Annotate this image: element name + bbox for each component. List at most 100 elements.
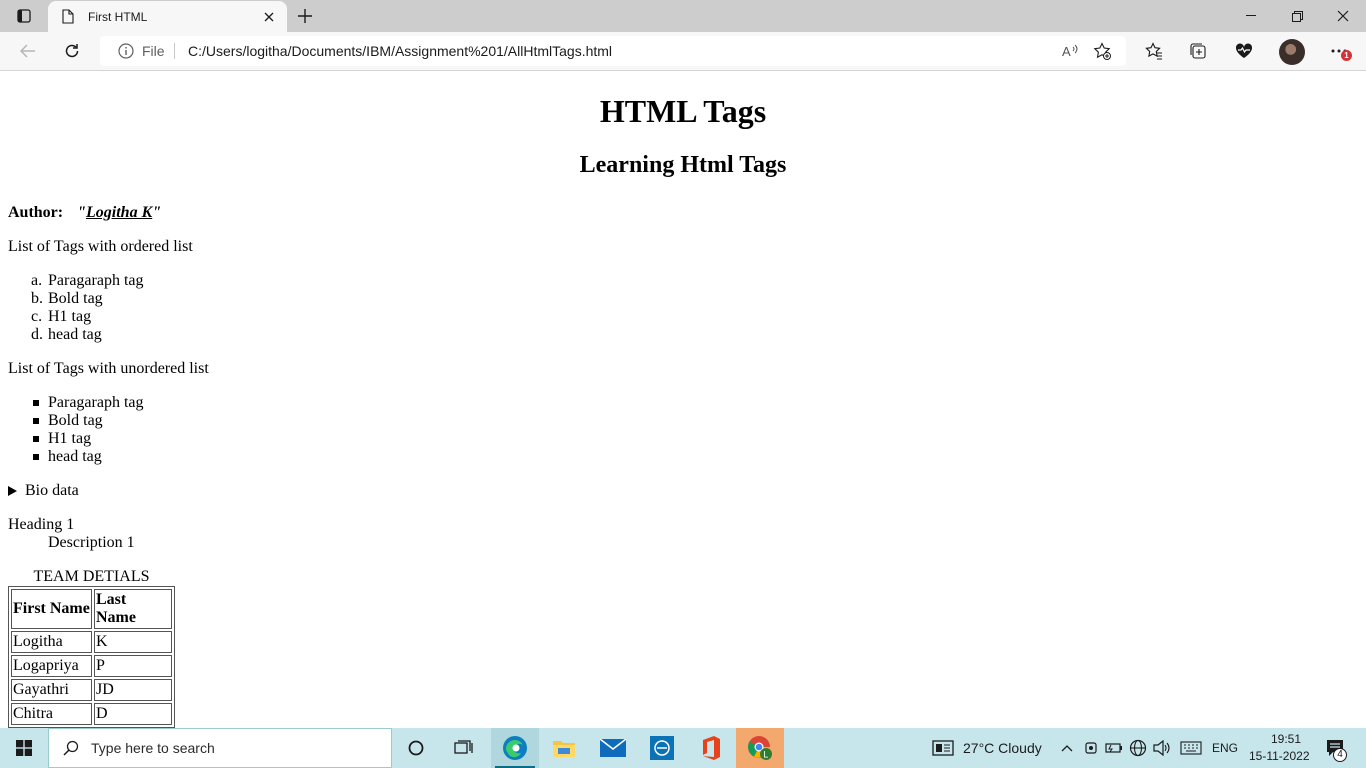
definition-description: Description 1 — [48, 534, 135, 551]
table-caption: TEAM DETIALS — [33, 568, 150, 585]
tab-title: First HTML — [88, 9, 148, 24]
table-cell: D — [94, 703, 172, 725]
weather-text[interactable]: 27°C Cloudy — [963, 740, 1042, 756]
office-icon[interactable] — [687, 728, 735, 768]
news-widget-icon[interactable] — [931, 739, 955, 757]
task-view-icon[interactable] — [440, 728, 488, 768]
cortana-icon[interactable] — [392, 728, 440, 768]
dell-app-icon[interactable] — [638, 728, 686, 768]
page-content: HTML Tags Learning Html Tags Author: "Lo… — [0, 71, 1366, 728]
list-item: H1 tag — [48, 308, 92, 325]
table-header-row: First Name Last Name — [11, 589, 172, 629]
windows-taskbar: Type here to search L 27°C Cloudy ENG 19… — [0, 728, 1366, 768]
table-cell: P — [94, 655, 172, 677]
list-marker: d. — [31, 326, 43, 343]
disclosure-triangle-icon — [8, 486, 17, 496]
notification-badge: 1 — [1341, 50, 1352, 61]
clock-time[interactable]: 19:51 — [1263, 732, 1309, 746]
column-header-first-name: First Name — [11, 589, 92, 629]
restore-icon[interactable] — [1274, 0, 1320, 32]
network-icon[interactable] — [1129, 739, 1147, 757]
edge-browser-icon[interactable] — [491, 728, 539, 768]
search-icon — [63, 740, 79, 756]
address-divider — [174, 43, 175, 59]
column-header-last-name: Last Name — [94, 589, 172, 629]
address-bar[interactable]: File C:/Users/logitha/Documents/IBM/Assi… — [100, 36, 1126, 66]
bullet-square-icon — [33, 418, 39, 424]
list-item: head tag — [48, 448, 102, 465]
svg-text:L: L — [763, 750, 768, 760]
author-quote-close: " — [152, 204, 162, 221]
browser-tab[interactable]: First HTML — [48, 1, 287, 32]
back-icon[interactable] — [13, 37, 43, 65]
bullet-square-icon — [33, 454, 39, 460]
notification-count: 4 — [1333, 748, 1347, 762]
list-marker: a. — [31, 272, 43, 289]
add-favorite-icon[interactable] — [1090, 40, 1114, 62]
language-indicator[interactable]: ENG — [1212, 741, 1238, 755]
page-heading-2: Learning Html Tags — [579, 152, 787, 178]
table-row: Logapriya P — [11, 655, 172, 677]
volume-icon[interactable] — [1153, 739, 1171, 757]
minimize-icon[interactable] — [1228, 0, 1274, 32]
table-row: Gayathri JD — [11, 679, 172, 701]
tab-actions-icon[interactable] — [10, 4, 38, 28]
taskbar-search-box[interactable]: Type here to search — [48, 728, 392, 768]
meet-now-icon[interactable] — [1082, 739, 1100, 757]
table-cell: K — [94, 631, 172, 653]
list-marker: c. — [31, 308, 43, 325]
page-heading-1: HTML Tags — [599, 93, 767, 129]
definition-term: Heading 1 — [8, 516, 75, 533]
info-icon[interactable] — [118, 43, 134, 59]
details-summary[interactable]: Bio data — [25, 482, 79, 500]
refresh-icon[interactable] — [57, 37, 87, 65]
unordered-list-intro: List of Tags with unordered list — [8, 360, 209, 377]
table-row: Chitra D — [11, 703, 172, 725]
collections-icon[interactable] — [1183, 37, 1213, 65]
clock-date[interactable]: 15-11-2022 — [1249, 749, 1310, 763]
chrome-icon[interactable]: L — [736, 728, 784, 768]
list-item: Paragaraph tag — [48, 272, 144, 289]
list-item: Bold tag — [48, 290, 103, 307]
table-cell: JD — [94, 679, 172, 701]
browser-toolbar: File C:/Users/logitha/Documents/IBM/Assi… — [0, 32, 1366, 71]
show-hidden-icons-icon[interactable] — [1058, 739, 1076, 757]
site-info-label[interactable]: File — [142, 43, 165, 59]
page-icon — [60, 9, 76, 25]
author-quote-open: " — [77, 204, 86, 221]
bullet-square-icon — [33, 436, 39, 442]
list-item: Paragaraph tag — [48, 394, 144, 411]
ordered-list-intro: List of Tags with ordered list — [8, 238, 193, 255]
table-cell: Logapriya — [11, 655, 92, 677]
team-table: First Name Last Name Logitha K Logapriya… — [8, 586, 175, 728]
read-aloud-icon[interactable]: A — [1058, 40, 1082, 62]
profile-avatar[interactable] — [1279, 39, 1305, 65]
url-text[interactable]: C:/Users/logitha/Documents/IBM/Assignmen… — [188, 43, 612, 59]
author-name: Logitha K — [86, 204, 153, 221]
favorites-icon[interactable] — [1139, 37, 1169, 65]
list-item: head tag — [48, 326, 102, 343]
table-cell: Logitha — [11, 631, 92, 653]
browser-title-bar: First HTML — [0, 0, 1366, 32]
list-marker: b. — [31, 290, 43, 307]
list-item: H1 tag — [48, 430, 92, 447]
touch-keyboard-icon[interactable] — [1179, 739, 1203, 757]
close-window-icon[interactable] — [1320, 0, 1366, 32]
author-name-wrapper: "Logitha K" — [77, 204, 161, 221]
battery-icon[interactable] — [1105, 739, 1123, 757]
file-explorer-icon[interactable] — [540, 728, 588, 768]
mail-icon[interactable] — [589, 728, 637, 768]
browser-essentials-icon[interactable] — [1229, 37, 1259, 65]
table-cell: Gayathri — [11, 679, 92, 701]
table-row: Logitha K — [11, 631, 172, 653]
bio-data-details-toggle[interactable]: Bio data — [8, 482, 79, 500]
author-label: Author: — [8, 204, 64, 221]
table-cell: Chitra — [11, 703, 92, 725]
windows-start-icon[interactable] — [0, 728, 48, 768]
new-tab-icon[interactable] — [292, 4, 318, 28]
search-placeholder: Type here to search — [91, 740, 215, 756]
list-item: Bold tag — [48, 412, 103, 429]
author-line: Author: "Logitha K" — [8, 204, 161, 222]
svg-text:A: A — [1062, 44, 1071, 58]
tab-close-icon[interactable] — [257, 5, 281, 29]
